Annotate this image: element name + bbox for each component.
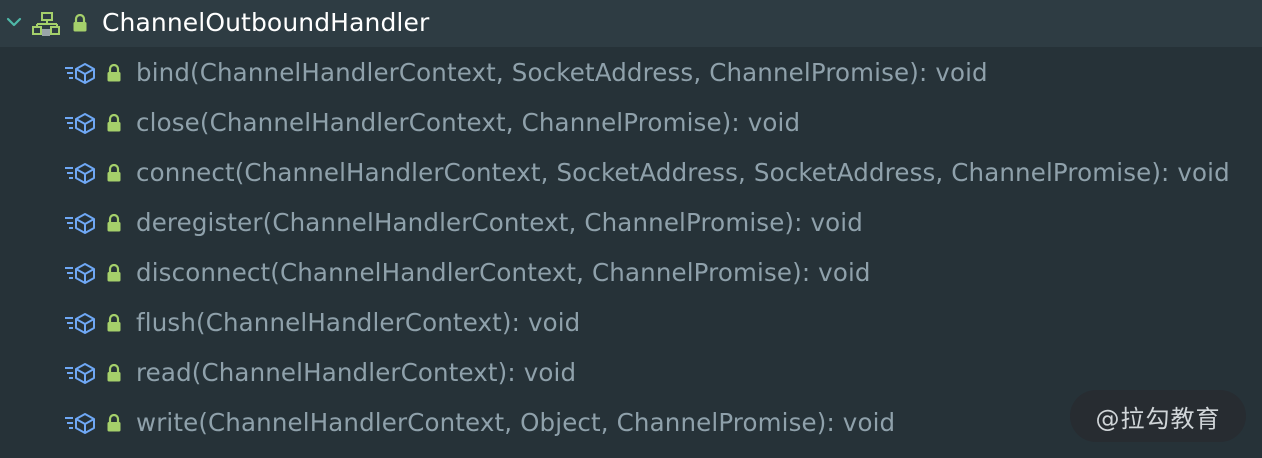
method-signature: close(ChannelHandlerContext, ChannelProm… [136, 108, 801, 137]
method-signature: disconnect(ChannelHandlerContext, Channe… [136, 258, 871, 287]
tree-node-method[interactable]: read(ChannelHandlerContext): void [0, 348, 1262, 398]
tree-node-method[interactable]: bind(ChannelHandlerContext, SocketAddres… [0, 48, 1262, 98]
structure-tree: ChannelOutboundHandler bind(ChannelHandl… [0, 0, 1262, 458]
interface-name: ChannelOutboundHandler [102, 8, 430, 37]
tree-node-channel-outbound-handler[interactable]: ChannelOutboundHandler [0, 0, 1262, 47]
lock-icon [107, 414, 121, 432]
method-signature: read(ChannelHandlerContext): void [136, 358, 577, 387]
lock-icon [107, 364, 121, 382]
method-icon [65, 163, 95, 184]
tree-node-method[interactable]: disconnect(ChannelHandlerContext, Channe… [0, 248, 1262, 298]
method-icon [65, 363, 95, 384]
tree-node-method[interactable]: close(ChannelHandlerContext, ChannelProm… [0, 98, 1262, 148]
lock-icon [107, 114, 121, 132]
method-icon [65, 213, 95, 234]
method-icon [65, 63, 95, 84]
method-icon [65, 313, 95, 334]
method-icon [65, 413, 95, 434]
method-signature: write(ChannelHandlerContext, Object, Cha… [136, 408, 896, 437]
method-icon [65, 113, 95, 134]
lock-icon [107, 264, 121, 282]
lock-icon [107, 64, 121, 82]
watermark: @拉勾教育 [1070, 390, 1246, 442]
lock-icon [73, 14, 87, 32]
chevron-down-icon[interactable] [6, 14, 22, 30]
tree-node-method[interactable]: deregister(ChannelHandlerContext, Channe… [0, 198, 1262, 248]
tree-node-method[interactable]: flush(ChannelHandlerContext): void [0, 298, 1262, 348]
method-signature: bind(ChannelHandlerContext, SocketAddres… [136, 58, 988, 87]
method-signature: deregister(ChannelHandlerContext, Channe… [136, 208, 863, 237]
method-icon [65, 263, 95, 284]
watermark-text: @拉勾教育 [1095, 404, 1221, 433]
lock-icon [107, 314, 121, 332]
tree-node-method[interactable]: connect(ChannelHandlerContext, SocketAdd… [0, 148, 1262, 198]
lock-icon [107, 214, 121, 232]
lock-icon [107, 164, 121, 182]
interface-icon [32, 12, 60, 36]
method-signature: connect(ChannelHandlerContext, SocketAdd… [136, 158, 1230, 187]
method-signature: flush(ChannelHandlerContext): void [136, 308, 581, 337]
